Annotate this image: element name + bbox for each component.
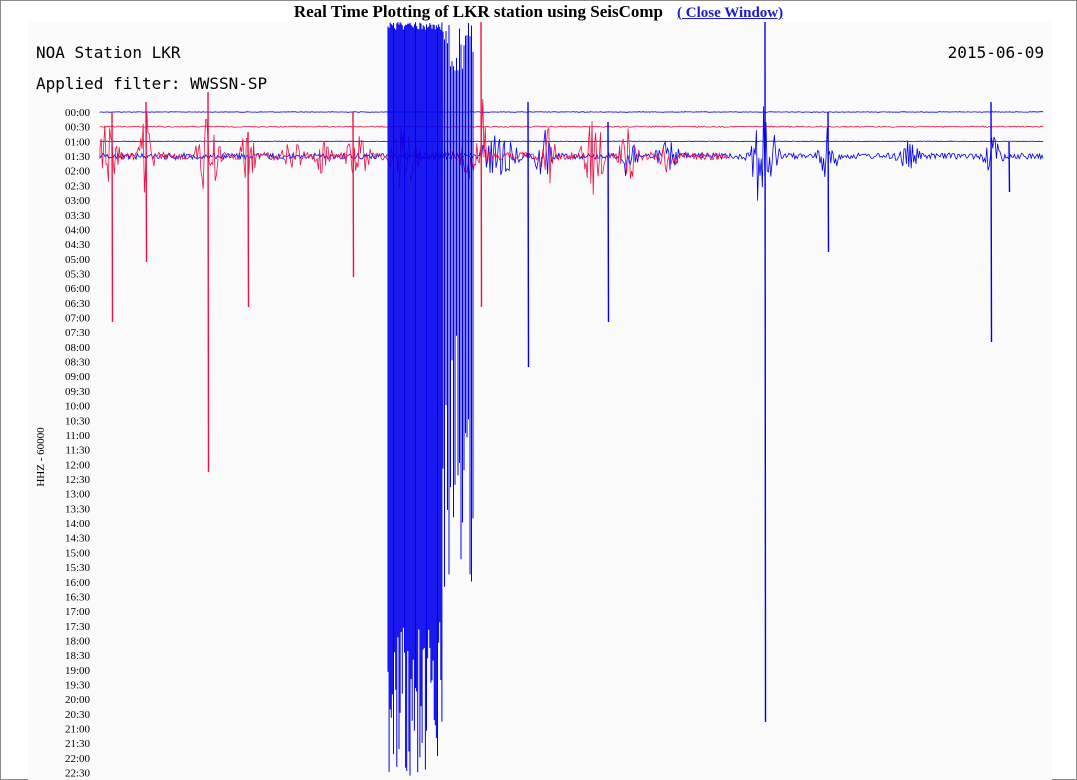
page-title: Real Time Plotting of LKR station using … — [293, 2, 663, 21]
tick-label: 02:00 — [65, 166, 91, 178]
spike-3 — [247, 131, 250, 308]
tick-label: 19:00 — [65, 665, 91, 677]
tick-label: 10:30 — [65, 415, 91, 427]
tick-label: 04:30 — [65, 239, 91, 251]
close-paren: ( — [677, 5, 682, 21]
tick-label: 06:00 — [65, 283, 91, 295]
spike-9 — [827, 111, 830, 253]
tick-label: 02:30 — [65, 180, 91, 192]
tick-label: 16:30 — [65, 591, 91, 603]
tick-label: 16:00 — [65, 577, 91, 589]
spike-11 — [1008, 141, 1011, 193]
tick-label: 05:30 — [65, 268, 91, 280]
spike-5 — [480, 22, 483, 308]
time-tick-labels: 00:00 00:30 01:00 01:30 02:00 02:30 03:00 03:30… — [65, 107, 91, 780]
trace-row-01 — [99, 125, 1044, 128]
tick-label: 11:30 — [65, 445, 90, 457]
large-event-block — [387, 22, 474, 776]
trace-row-00 — [99, 111, 1044, 113]
tick-label: 05:00 — [65, 254, 91, 266]
close-window-label: Close Window) — [685, 5, 784, 21]
tick-label: 14:00 — [65, 518, 91, 530]
tick-label: 21:30 — [65, 738, 91, 750]
tick-label: 01:00 — [65, 136, 91, 148]
spike-8 — [764, 22, 767, 723]
tick-label: 03:00 — [65, 195, 91, 207]
tick-label: 17:30 — [65, 621, 91, 633]
trace-lines — [99, 22, 1044, 776]
tick-label: 13:00 — [65, 489, 91, 501]
spike-7 — [607, 121, 610, 323]
tick-label: 15:00 — [65, 547, 91, 559]
tick-label: 10:00 — [65, 401, 91, 413]
tick-label: 22:00 — [65, 753, 91, 765]
tick-label: 09:00 — [65, 371, 91, 383]
trace-row-02 — [99, 140, 1044, 143]
spike-1 — [145, 101, 148, 263]
spike-0 — [111, 111, 114, 323]
channel-label: HHZ - 60000 — [35, 427, 47, 487]
tick-label: 08:30 — [65, 357, 91, 369]
tick-label: 03:30 — [65, 210, 91, 222]
spike-2 — [207, 91, 210, 473]
tick-label: 08:00 — [65, 342, 91, 354]
tick-label: 18:30 — [65, 650, 91, 662]
tick-label: 15:30 — [65, 562, 91, 574]
tick-label: 13:30 — [65, 503, 91, 515]
tick-label: 22:30 — [65, 768, 91, 780]
tick-label: 07:30 — [65, 327, 91, 339]
tick-label: 00:00 — [65, 107, 91, 119]
helicorder-plot: NOA Station LKR 2015-06-09 Applied filte… — [28, 22, 1052, 780]
tick-label: 14:30 — [65, 533, 91, 545]
tick-label: 19:30 — [65, 680, 91, 692]
tick-label: 09:30 — [65, 386, 91, 398]
tick-label: 07:00 — [65, 313, 91, 325]
tick-label: 12:00 — [65, 459, 91, 471]
tick-label: 18:00 — [65, 635, 91, 647]
station-label: NOA Station LKR — [36, 43, 181, 62]
event-block-strokes — [387, 22, 474, 776]
tick-label: 06:30 — [65, 298, 91, 310]
tick-label: 00:30 — [65, 122, 91, 134]
tick-label: 20:30 — [65, 709, 91, 721]
filter-label: Applied filter: WWSSN-SP — [36, 74, 267, 93]
tick-label: 12:30 — [65, 474, 91, 486]
spike-10 — [990, 101, 993, 343]
tick-label: 04:00 — [65, 224, 91, 236]
helicorder-svg: NOA Station LKR 2015-06-09 Applied filte… — [35, 22, 1044, 780]
tick-label: 17:00 — [65, 606, 91, 618]
tick-label: 20:00 — [65, 694, 91, 706]
tick-label: 01:30 — [65, 151, 91, 163]
page-header: Real Time Plotting of LKR station using … — [0, 2, 1077, 22]
tick-label: 21:00 — [65, 724, 91, 736]
spike-6 — [527, 101, 530, 368]
spike-4 — [352, 111, 355, 278]
close-window-link[interactable]: ( Close Window) — [677, 5, 783, 21]
date-label: 2015-06-09 — [948, 43, 1044, 62]
tick-label: 11:00 — [65, 430, 90, 442]
